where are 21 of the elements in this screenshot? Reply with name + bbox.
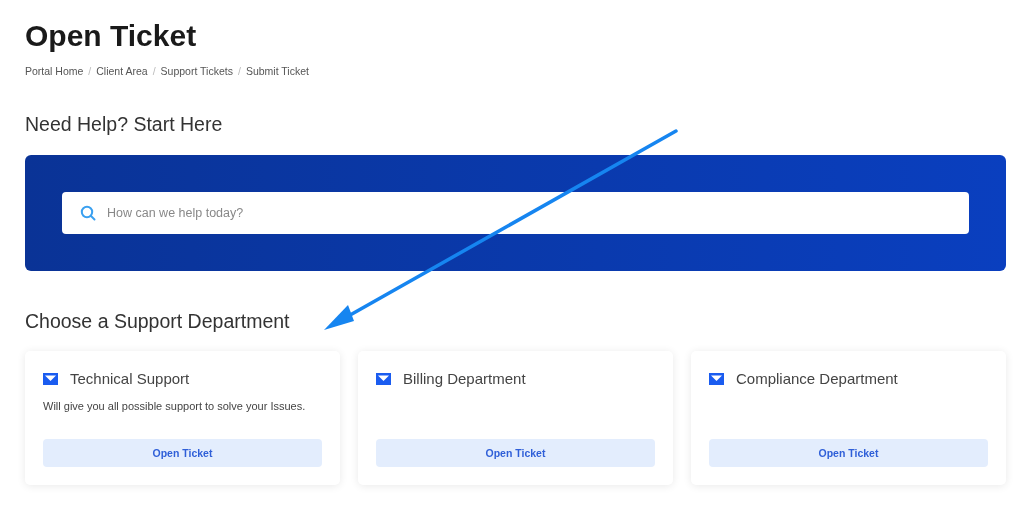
breadcrumb-link[interactable]: Support Tickets	[160, 65, 233, 77]
breadcrumb-separator: /	[88, 65, 92, 77]
breadcrumb-link[interactable]: Client Area	[96, 65, 148, 77]
envelope-icon	[43, 372, 58, 385]
department-description: Will give you all possible support to solve your Issues.	[43, 400, 307, 412]
department-name: Billing Department	[403, 370, 526, 387]
open-ticket-button[interactable]: Open Ticket	[43, 439, 322, 467]
breadcrumb-link[interactable]: Portal Home	[25, 65, 84, 77]
breadcrumb-separator: /	[237, 65, 241, 77]
envelope-icon	[376, 372, 391, 385]
breadcrumb-link[interactable]: Submit Ticket	[245, 65, 309, 77]
department-name: Compliance Department	[736, 370, 898, 387]
search-field[interactable]: How can we help today?	[62, 192, 969, 234]
open-ticket-button[interactable]: Open Ticket	[709, 439, 988, 467]
section-heading: Need Help? Start Here	[25, 112, 224, 137]
breadcrumb-separator: /	[152, 65, 156, 77]
department-name: Technical Support	[70, 370, 190, 387]
envelope-icon	[709, 372, 724, 385]
page-title: Open Ticket	[25, 18, 198, 54]
section-heading: Choose a Support Department	[25, 309, 291, 334]
open-ticket-button[interactable]: Open Ticket	[376, 439, 655, 467]
